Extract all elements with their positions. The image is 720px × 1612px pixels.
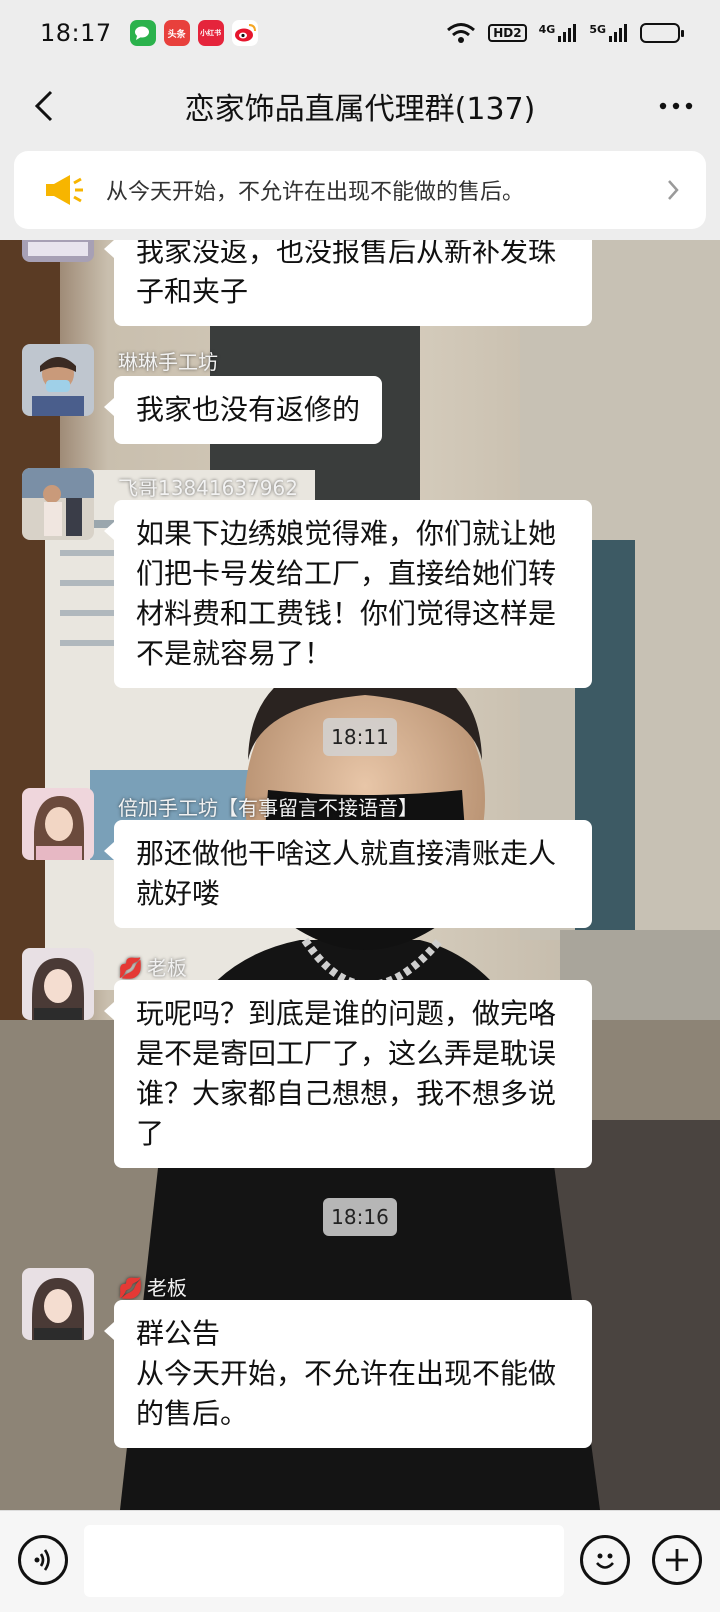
avatar[interactable] [22, 468, 94, 540]
message-bubble[interactable]: 那还做他干啥这人就直接清账走人 就好喽 [104, 820, 592, 928]
message-line: 我家没返，也没报售后从新补发珠 [136, 240, 557, 268]
avatar[interactable] [22, 1268, 94, 1340]
sender-name-text: 老板 [146, 1276, 187, 1300]
status-right-indicators: HD2 4G 5G [446, 22, 684, 44]
message-bubble[interactable]: 我家也没有返修的 [103, 376, 383, 444]
message-bubble[interactable]: 玩呢吗？到底是谁的问题，做完咯 是不是寄回工厂了，这么弄是耽误 谁？大家都自己想… [104, 980, 592, 1168]
message-line: 那还做他干啥这人就直接清账走人 [136, 837, 557, 870]
chevron-left-icon [34, 90, 53, 122]
megaphone-icon [46, 175, 83, 205]
avatar[interactable] [22, 344, 94, 416]
timestamp: 18:16 [323, 1198, 397, 1236]
message-line: 子和夹子 [136, 275, 249, 308]
voice-icon [34, 1549, 50, 1571]
xiaohongshu-app-icon: 小红书 [197, 20, 224, 46]
message-line: 谁？大家都自己想想，我不想多说 [136, 1077, 557, 1110]
signal-bars-icon [609, 24, 627, 42]
sender-name: 💋 老板 [118, 952, 187, 981]
input-bar [0, 1510, 720, 1612]
group-title: 恋家饰品直属代理群(137) [184, 92, 536, 127]
signal-5g: 5G [589, 23, 628, 43]
voice-button[interactable] [18, 1535, 68, 1585]
message-bubble[interactable]: 如果下边绣娘觉得难，你们就让她 们把卡号发给工厂，直接给她们转 材料费和工费钱！… [104, 500, 592, 688]
message-bubble[interactable]: 我家没返，也没报售后从新补发珠 子和夹子 [104, 240, 592, 326]
message-line: 群公告 [136, 1317, 221, 1350]
chat-screen: 18:17 头条 小红书 HD2 4G 5G 恋家饰品直属代理群(137) 从今… [0, 0, 720, 1612]
chat-header: 恋家饰品直属代理群(137) [0, 66, 720, 146]
signal-4g-label: 4G [538, 23, 556, 36]
sender-name-text: 老板 [146, 956, 187, 980]
message-line: 的售后。 [136, 1397, 249, 1430]
more-options-button[interactable] [652, 86, 700, 126]
message-line: 从今天开始，不允许在出现不能做 [136, 1357, 557, 1390]
signal-bars-icon [558, 24, 577, 42]
signal-5g-label: 5G [589, 23, 606, 36]
sender-name: 琳琳手工坊 [118, 350, 218, 374]
message-line: 我家也没有返修的 [136, 393, 361, 426]
toutiao-app-icon: 头条 [163, 20, 190, 46]
status-app-icons: 头条 小红书 [129, 20, 258, 46]
emoji-button[interactable] [580, 1535, 630, 1585]
avatar[interactable] [22, 948, 94, 1020]
chat-message-list[interactable]: 我家没返，也没报售后从新补发珠 子和夹子 琳琳手工坊 我家也没有返修的 飞哥13… [0, 240, 720, 1510]
more-dots-icon [659, 102, 693, 110]
avatar[interactable] [22, 788, 94, 860]
lips-icon: 💋 [118, 956, 143, 980]
add-more-button[interactable] [652, 1535, 702, 1585]
emoji-icon [596, 1553, 614, 1569]
sender-name: 倍加手工坊【有事留言不接语音】 [118, 796, 418, 820]
back-button[interactable] [20, 82, 68, 130]
chevron-right-icon [668, 180, 679, 200]
timestamp: 18:11 [323, 718, 397, 756]
message-line: 如果下边绣娘觉得难，你们就让她 [136, 517, 557, 550]
sender-name: 飞哥13841637962 [118, 476, 298, 500]
message-line: 们把卡号发给工厂，直接给她们转 [136, 557, 557, 590]
group-notice-bar[interactable]: 从今天开始，不允许在出现不能做的售后。 [14, 151, 706, 229]
notice-text: 从今天开始，不允许在出现不能做的售后。 [106, 180, 525, 205]
signal-4g: 4G [539, 23, 578, 43]
status-time: 18:17 [40, 19, 112, 47]
announcement-bubble[interactable]: 群公告 从今天开始，不允许在出现不能做 的售后。 [104, 1300, 592, 1448]
message-line: 不是就容易了！ [136, 637, 333, 670]
battery-icon [640, 23, 684, 43]
message-line: 了 [136, 1117, 165, 1150]
lips-icon: 💋 [118, 1276, 143, 1300]
weibo-app-icon [231, 20, 258, 46]
avatar[interactable] [22, 240, 94, 262]
status-bar: 18:17 头条 小红书 HD2 4G 5G [0, 0, 720, 66]
wifi-icon [447, 23, 476, 43]
message-line: 就好喽 [136, 877, 221, 910]
message-line: 玩呢吗？到底是谁的问题，做完咯 [136, 997, 557, 1030]
wechat-app-icon [129, 20, 156, 46]
hd-badge: HD2 [488, 24, 527, 42]
message-line: 材料费和工费钱！你们觉得这样是 [136, 597, 557, 630]
sender-name: 💋 老板 [118, 1272, 187, 1301]
message-input[interactable] [84, 1525, 564, 1597]
plus-icon [666, 1549, 688, 1571]
message-line: 是不是寄回工厂了，这么弄是耽误 [136, 1037, 557, 1070]
